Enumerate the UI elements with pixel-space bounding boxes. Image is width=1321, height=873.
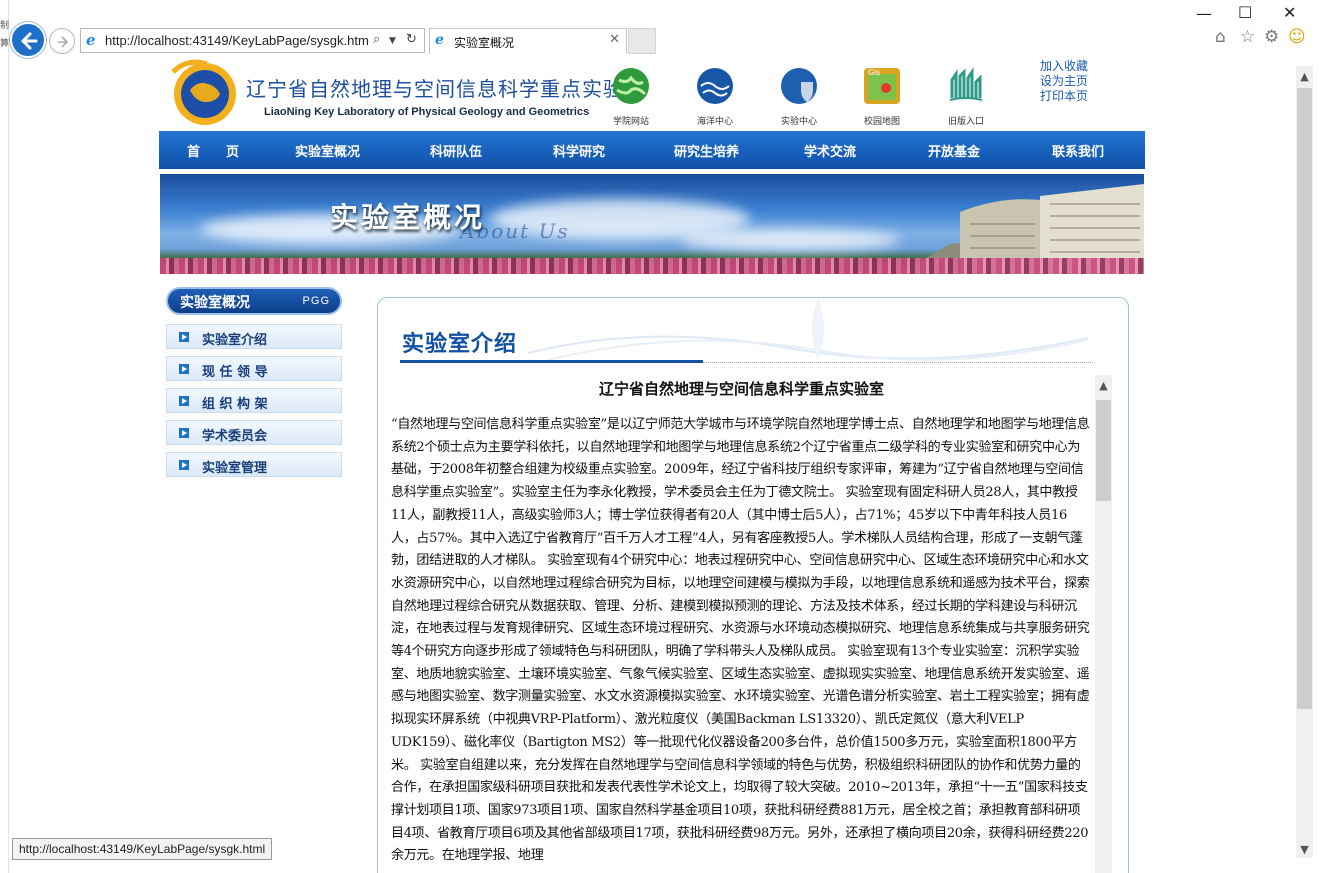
status-url-tooltip: http://localhost:43149/KeyLabPage/sysgk.… [12, 838, 273, 860]
sidebar-item-lab-intro[interactable]: 实验室介绍 [166, 324, 342, 349]
sidebar-item-label: 实验室管理 [202, 461, 268, 476]
settings-gear-icon[interactable]: ⚙ [1264, 27, 1279, 47]
left-window-edge: 制 算 [0, 0, 9, 873]
quicklink-label: 学院网站 [612, 117, 649, 127]
quicklink-old-version[interactable]: 旧版入口 [936, 66, 996, 127]
browser-tab[interactable]: e 实验室概况 ✕ [429, 28, 627, 54]
site-subtitle: LiaoNing Key Laboratory of Physical Geol… [264, 106, 590, 118]
set-homepage-link[interactable]: 设为主页 [1040, 74, 1088, 89]
back-button[interactable] [10, 22, 46, 58]
bullet-arrow-icon [179, 460, 189, 470]
sidebar-item-label: 组 织 构 架 [202, 397, 268, 412]
favorites-star-icon[interactable]: ☆ [1240, 27, 1255, 47]
section-title: 实验室介绍 [402, 332, 518, 357]
refresh-icon[interactable]: ↻ [406, 32, 417, 47]
content-panel: 实验室介绍 辽宁省自然地理与空间信息科学重点实验室 “自然地理与空间信息科学重点… [377, 297, 1129, 873]
lab-logo [171, 59, 236, 125]
banner-title: 实验室概况 [330, 201, 486, 234]
sidebar-item-label: 学术委员会 [202, 429, 268, 444]
smiley-feedback-icon[interactable]: ☺ [1288, 27, 1306, 47]
close-tab-icon[interactable]: ✕ [609, 32, 620, 47]
sidebar-item-label: 现 任 领 导 [202, 365, 268, 380]
quicklink-label: 旧版入口 [947, 117, 984, 127]
nav-lab-overview[interactable]: 实验室概况 [295, 141, 360, 160]
nav-open-fund[interactable]: 开放基金 [928, 141, 980, 160]
globe-icon [613, 68, 649, 104]
article-frame: 辽宁省自然地理与空间信息科学重点实验室 “自然地理与空间信息科学重点实验室”是以… [391, 366, 1092, 873]
address-url[interactable]: http://localhost:43149/KeyLabPage/sysgk.… [105, 33, 369, 48]
ie-icon: e [86, 31, 96, 49]
nav-research[interactable]: 科学研究 [553, 141, 605, 160]
forward-button[interactable] [49, 28, 75, 54]
sidebar-item-lab-management[interactable]: 实验室管理 [166, 452, 342, 477]
add-favorite-link[interactable]: 加入收藏 [1040, 59, 1088, 74]
quicklink-label: 海洋中心 [696, 117, 733, 127]
sidebar-item-label: 实验室介绍 [202, 333, 268, 348]
sidebar-item-leaders[interactable]: 现 任 领 导 [166, 356, 342, 381]
dropdown-icon[interactable]: ▼ [389, 36, 396, 46]
edge-glyph: 算 [0, 39, 10, 49]
print-page-link[interactable]: 打印本页 [1040, 89, 1088, 104]
sidebar-heading: 实验室概况 PGG [166, 287, 342, 315]
panel-decoration [528, 298, 1088, 361]
home-icon[interactable]: ⌂ [1215, 27, 1226, 47]
banner-cloud [680, 229, 900, 251]
section-divider [703, 362, 1093, 363]
ie-tab-icon: e [435, 32, 444, 48]
minimize-icon[interactable]: — [1196, 4, 1212, 23]
quicklink-lab-center[interactable]: 实验中心 [769, 66, 829, 127]
sidebar-item-academic-committee[interactable]: 学术委员会 [166, 420, 342, 445]
page-scroll-thumb[interactable] [1297, 88, 1312, 709]
old-version-icon [949, 67, 983, 101]
chevron-up-icon[interactable]: ▲ [1296, 70, 1313, 83]
sidebar-item-organization[interactable]: 组 织 构 架 [166, 388, 342, 413]
sidebar-heading-text: 实验室概况 [180, 295, 250, 311]
bullet-arrow-icon [179, 364, 189, 374]
main-nav: 首 页 实验室概况 科研队伍 科学研究 研究生培养 学术交流 开放基金 联系我们 [159, 131, 1145, 169]
gis-map-icon: Gis [864, 68, 900, 104]
shield-globe-icon [781, 68, 817, 104]
bullet-arrow-icon [179, 396, 189, 406]
article-scroll-thumb[interactable] [1096, 400, 1111, 501]
quicklink-ocean[interactable]: 海洋中心 [685, 66, 745, 127]
banner-flowers [160, 258, 1144, 274]
nav-research-team[interactable]: 科研队伍 [430, 141, 482, 160]
page-banner: About Us 实验室概况 [160, 174, 1144, 274]
bullet-arrow-icon [179, 332, 189, 342]
arrow-left-icon [21, 32, 38, 50]
utility-links: 加入收藏 设为主页 打印本页 [1040, 59, 1088, 104]
chevron-up-icon[interactable]: ▲ [1095, 379, 1112, 392]
address-bar[interactable]: e http://localhost:43149/KeyLabPage/sysg… [80, 28, 425, 53]
browser-chrome: e http://localhost:43149/KeyLabPage/sysg… [0, 0, 1321, 58]
nav-graduate[interactable]: 研究生培养 [674, 141, 739, 160]
maximize-icon[interactable]: □ [1238, 2, 1252, 20]
article-body: “自然地理与空间信息科学重点实验室”是以辽宁师范大学城市与环境学院自然地理学博士… [391, 417, 1090, 864]
close-window-icon[interactable]: ✕ [1283, 3, 1296, 22]
new-tab-button[interactable] [628, 28, 656, 54]
section-title-underline [400, 360, 703, 363]
site-title: 辽宁省自然地理与空间信息科学重点实验室 [246, 77, 645, 101]
quicklink-campus-map[interactable]: Gis 校园地图 [852, 66, 912, 127]
arrow-right-icon [58, 36, 69, 48]
article-title: 辽宁省自然地理与空间信息科学重点实验室 [598, 380, 884, 398]
tab-title: 实验室概况 [454, 36, 515, 50]
nav-home[interactable]: 首 页 [187, 141, 239, 160]
chevron-down-icon[interactable]: ▼ [1296, 843, 1313, 856]
svg-text:Gis: Gis [868, 68, 880, 77]
nav-academic-exchange[interactable]: 学术交流 [804, 141, 856, 160]
nav-contact[interactable]: 联系我们 [1052, 141, 1104, 160]
quicklink-college[interactable]: 学院网站 [601, 66, 661, 127]
quicklink-label: 实验中心 [780, 117, 817, 127]
bullet-arrow-icon [179, 428, 189, 438]
quicklink-label: 校园地图 [863, 117, 900, 127]
search-icon[interactable]: ⌕ [373, 32, 380, 47]
edge-glyph: 制 [0, 21, 10, 31]
page-scrollbar[interactable]: ▲ ▼ [1296, 66, 1313, 858]
sidebar-heading-tag: PGG [302, 295, 330, 307]
ocean-icon [697, 68, 733, 104]
article-scrollbar[interactable]: ▲ [1095, 375, 1112, 873]
